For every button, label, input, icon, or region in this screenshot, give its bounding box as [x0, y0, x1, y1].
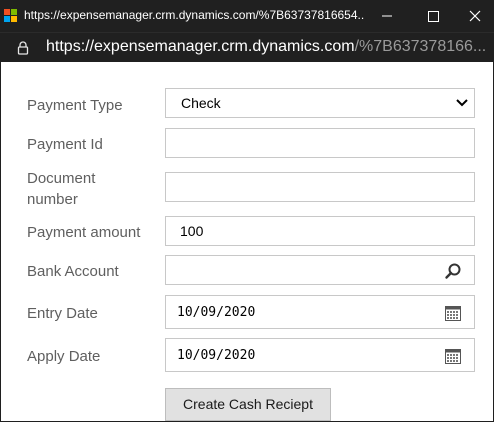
entry-date-value: 10/09/2020 — [177, 305, 256, 320]
apply-date-value: 10/09/2020 — [177, 348, 256, 363]
window-title: https://expensemanager.crm.dynamics.com/… — [24, 8, 364, 22]
url-host: https://expensemanager.crm.dynamics.com — [46, 38, 355, 55]
payment-type-label: Payment Type — [27, 97, 123, 114]
minimize-button[interactable] — [364, 0, 410, 32]
url-text[interactable]: https://expensemanager.crm.dynamics.com/… — [46, 38, 486, 56]
payment-id-label: Payment Id — [27, 136, 103, 153]
calendar-icon[interactable] — [444, 304, 462, 322]
entry-date-label: Entry Date — [27, 305, 98, 322]
payment-type-value: Check — [181, 95, 221, 111]
close-button[interactable] — [456, 0, 494, 32]
browser-popup-window: https://expensemanager.crm.dynamics.com/… — [0, 0, 494, 422]
create-cash-receipt-button[interactable]: Create Cash Reciept — [165, 388, 331, 421]
payment-amount-value: 100 — [180, 223, 204, 239]
minimize-icon — [382, 15, 392, 17]
address-bar[interactable]: https://expensemanager.crm.dynamics.com/… — [0, 32, 494, 63]
payment-amount-label: Payment amount — [27, 224, 141, 241]
apply-date-input[interactable]: 10/09/2020 — [165, 338, 475, 372]
url-path: /%7B637378166... — [354, 38, 486, 55]
lock-icon — [17, 41, 29, 55]
apply-date-label: Apply Date — [27, 348, 101, 365]
maximize-icon — [428, 11, 439, 22]
document-number-label: Document number — [27, 168, 95, 210]
document-number-label-line2: number — [27, 191, 78, 208]
microsoft-logo-icon — [4, 9, 18, 23]
calendar-icon[interactable] — [444, 347, 462, 365]
bank-account-lookup[interactable] — [165, 255, 475, 285]
document-number-label-line1: Document — [27, 170, 96, 187]
payment-type-select[interactable]: Check — [165, 88, 475, 118]
document-number-input[interactable] — [165, 172, 475, 202]
maximize-button[interactable] — [410, 0, 456, 32]
payment-id-input[interactable] — [165, 128, 475, 158]
search-icon[interactable] — [444, 262, 462, 280]
entry-date-input[interactable]: 10/09/2020 — [165, 295, 475, 329]
cash-receipt-form: Payment Type Check Payment Id Document n… — [1, 62, 493, 421]
bank-account-label: Bank Account — [27, 263, 119, 280]
close-icon — [469, 10, 481, 22]
payment-amount-input[interactable]: 100 — [165, 216, 475, 246]
title-bar: https://expensemanager.crm.dynamics.com/… — [0, 0, 494, 32]
chevron-down-icon — [456, 99, 468, 107]
